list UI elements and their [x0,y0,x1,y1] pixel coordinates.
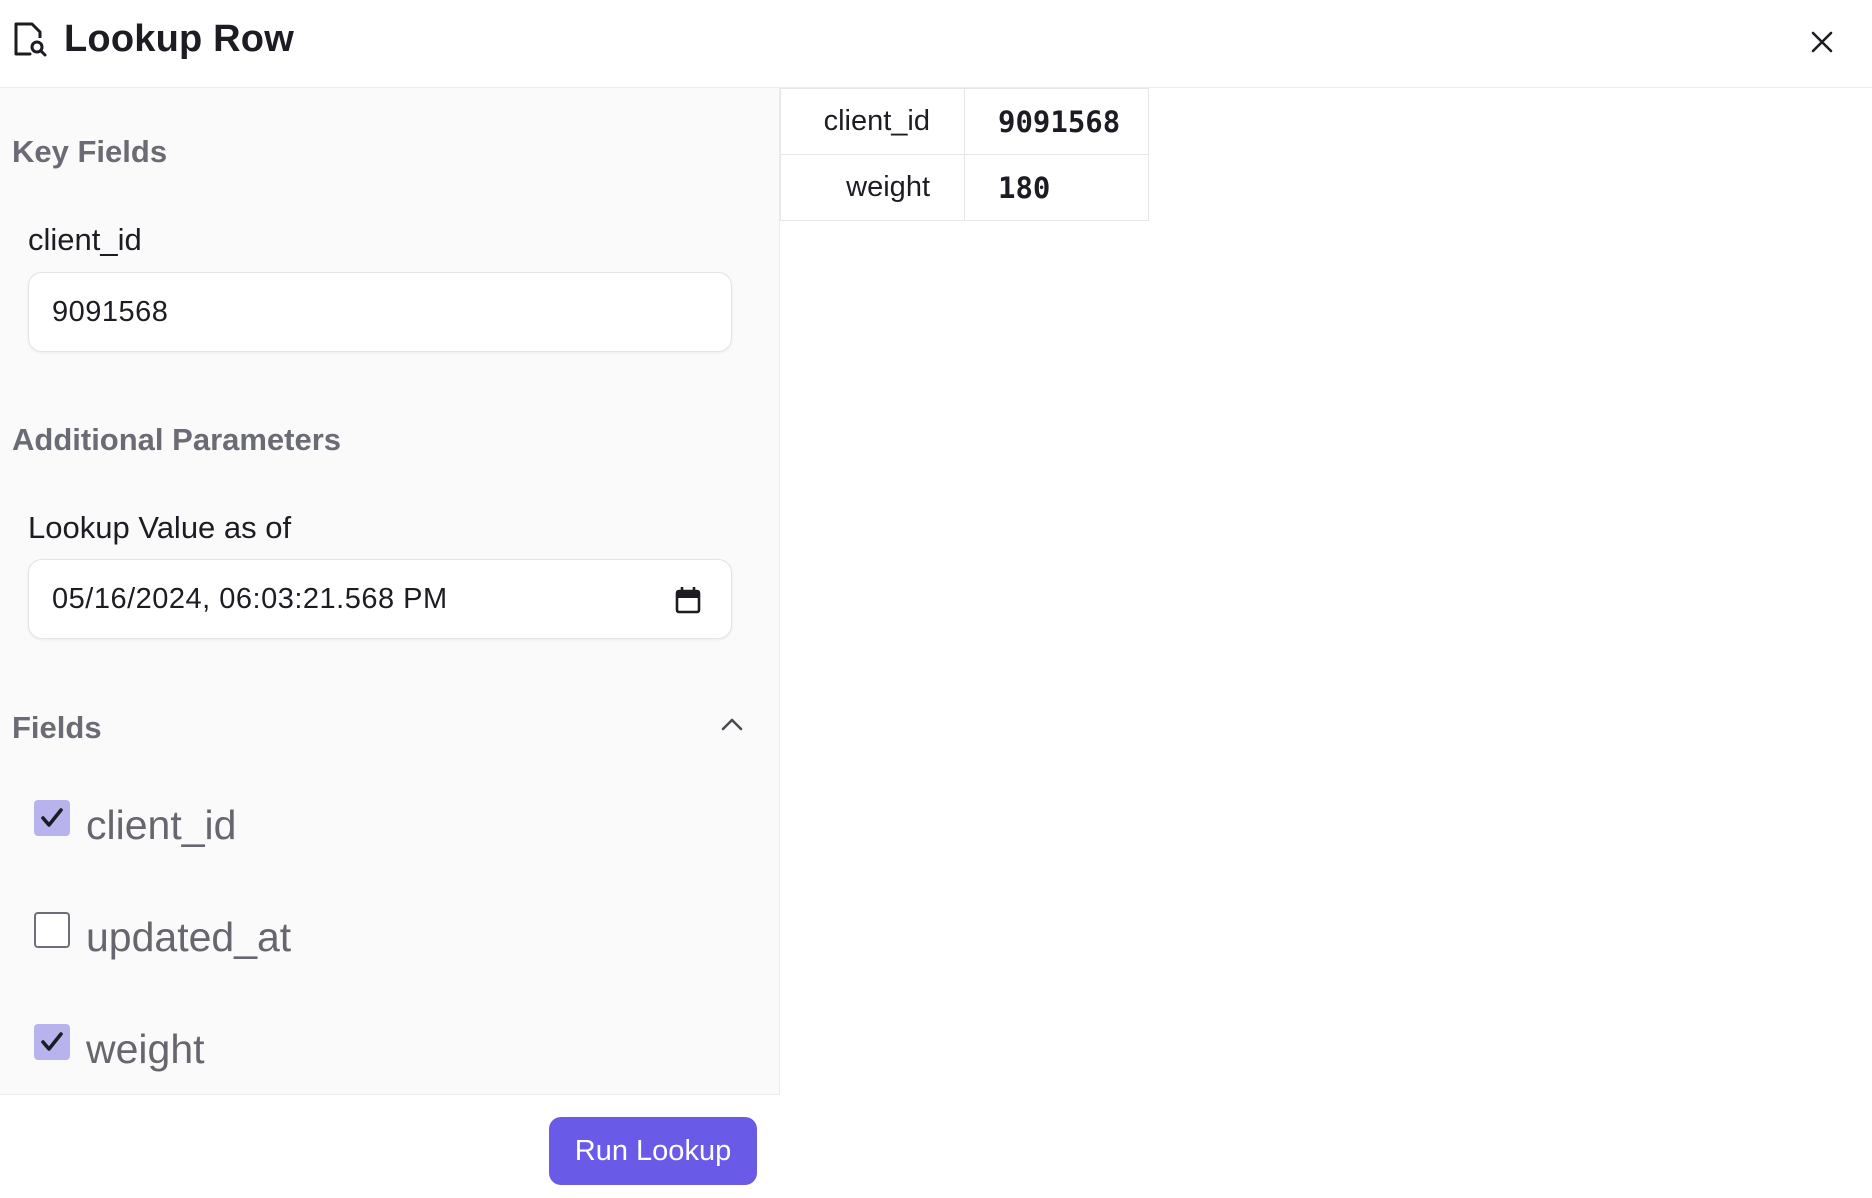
chevron-up-icon[interactable] [718,714,746,734]
result-value-cell: 9091568 [964,88,1149,155]
fields-heading: Fields [12,710,102,745]
checkbox-weight[interactable] [34,1024,70,1060]
lookup-form-panel: Key Fields client_id 9091568 Additional … [0,88,780,1198]
result-value-cell: 180 [964,154,1149,221]
lookup-datetime-input[interactable]: 05/16/2024, 06:03:21.568 PM [28,559,732,639]
dialog-title: Lookup Row [64,18,294,60]
lookup-value-as-of-label: Lookup Value as of [28,510,292,545]
dialog-footer: Run Lookup [0,1094,780,1198]
client-id-input[interactable]: 9091568 [28,272,732,352]
checkbox-label: updated_at [86,914,292,960]
checkbox-client-id[interactable] [34,800,70,836]
lookup-result-table: client_id 9091568 weight 180 [780,88,1149,221]
table-row: weight 180 [780,154,1149,221]
key-fields-heading: Key Fields [12,134,168,169]
result-key-cell: weight [780,154,965,221]
document-search-icon [14,22,47,57]
table-row: client_id 9091568 [780,88,1149,155]
checkmark-icon [41,808,63,827]
checkmark-icon [41,1032,63,1051]
dialog-header: Lookup Row [0,0,1872,88]
lookup-datetime-value: 05/16/2024, 06:03:21.568 PM [52,582,448,615]
client-id-value: 9091568 [52,295,169,328]
checkbox-label: client_id [86,802,237,848]
additional-parameters-heading: Additional Parameters [12,422,342,457]
calendar-icon[interactable] [675,586,701,614]
close-button[interactable] [1802,22,1842,62]
close-icon [1811,31,1833,53]
checkbox-label: weight [86,1026,205,1072]
result-key-cell: client_id [780,88,965,155]
client-id-label: client_id [28,222,142,257]
checkbox-updated-at[interactable] [34,912,70,948]
run-lookup-button[interactable]: Run Lookup [549,1117,757,1185]
